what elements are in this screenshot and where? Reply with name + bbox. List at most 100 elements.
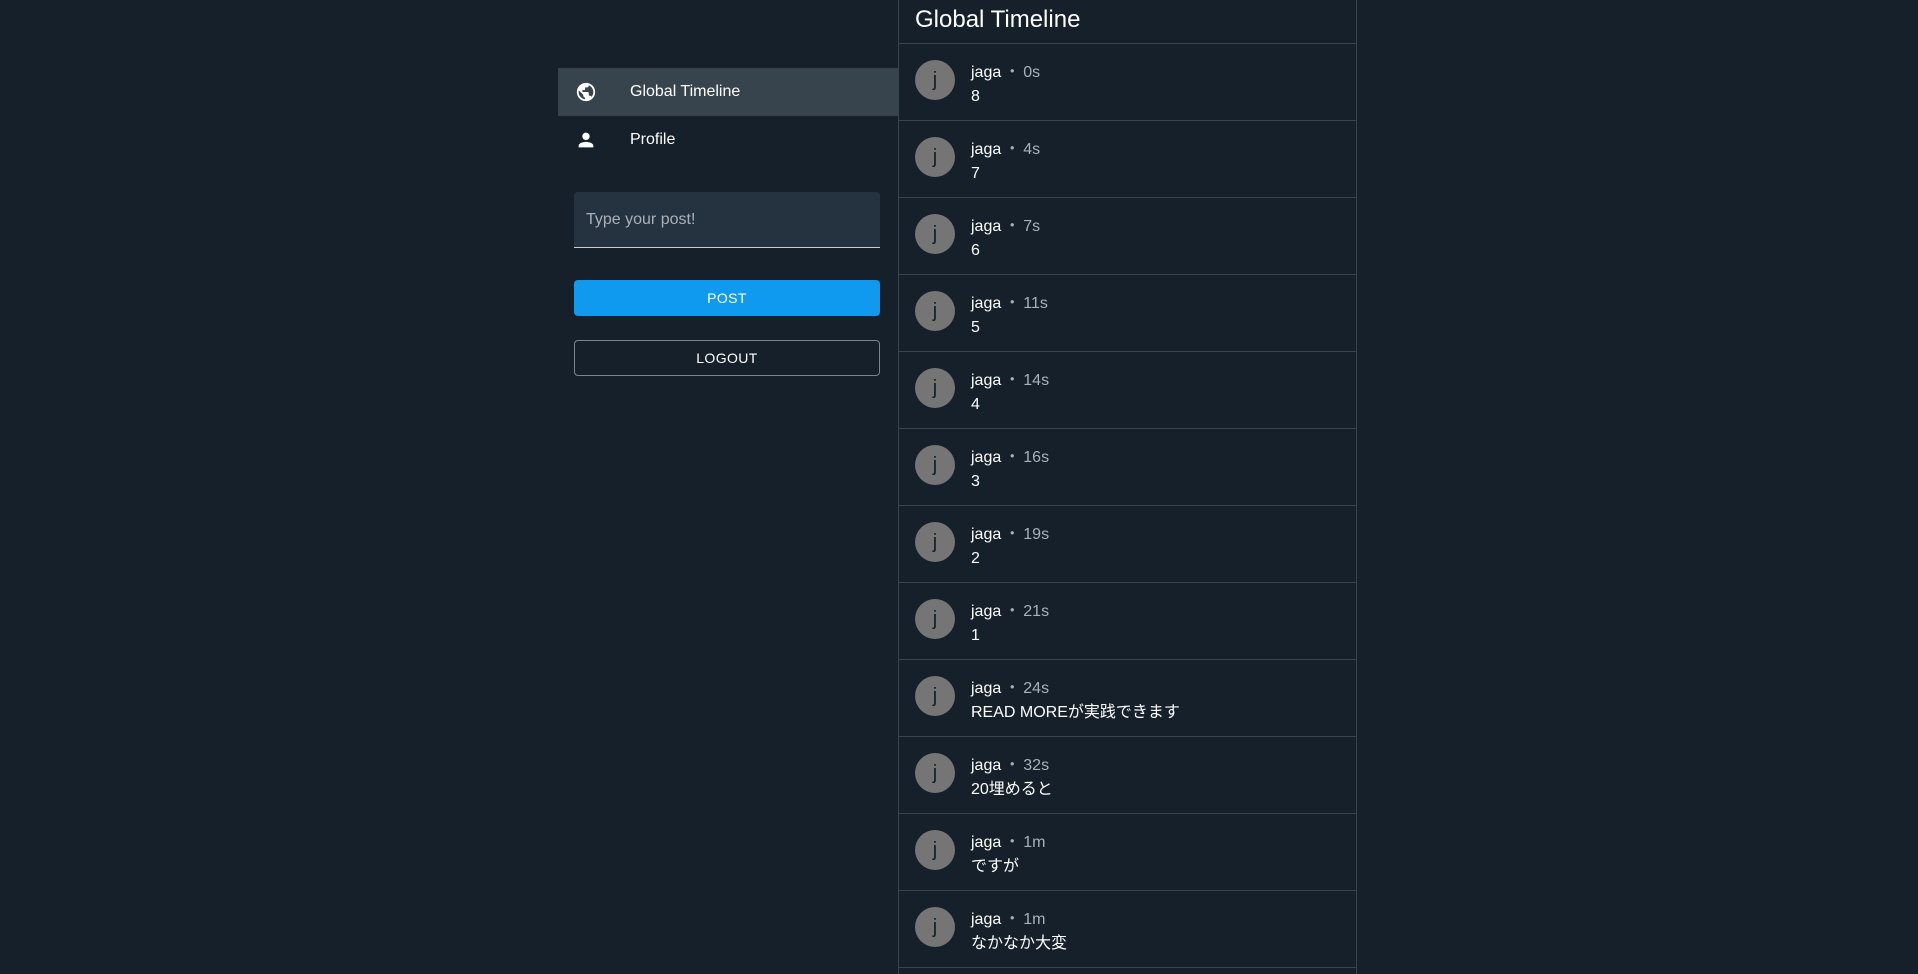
- avatar[interactable]: j: [915, 445, 955, 485]
- post-body: jaga ・ 32s 20埋めると: [971, 754, 1053, 802]
- post-separator: ・: [1004, 911, 1021, 928]
- post-text: 20埋めると: [971, 781, 1053, 798]
- post-body: jaga ・ 19s 2: [971, 523, 1049, 571]
- post-separator: ・: [1004, 603, 1021, 620]
- post-body: jaga ・ 11s 5: [971, 292, 1048, 340]
- post-input[interactable]: [574, 192, 880, 247]
- post-meta: jaga ・ 21s: [971, 600, 1049, 624]
- timeline-post[interactable]: j jaga ・ 4s 7: [899, 121, 1356, 198]
- avatar[interactable]: j: [915, 368, 955, 408]
- page-title: Global Timeline: [915, 6, 1081, 33]
- timeline-post[interactable]: j jaga ・ 1m なかなか大変: [899, 891, 1356, 968]
- post-timestamp: 7s: [1023, 218, 1041, 235]
- post-body: jaga ・ 0s 8: [971, 61, 1040, 109]
- nav-item-global-timeline[interactable]: Global Timeline: [558, 68, 898, 116]
- globe-icon: [574, 80, 598, 104]
- post-separator: ・: [1004, 218, 1021, 235]
- post-body: jaga ・ 1m なかなか大変: [971, 908, 1067, 956]
- post-username[interactable]: jaga: [971, 218, 1001, 235]
- avatar[interactable]: j: [915, 137, 955, 177]
- timeline-post[interactable]: j jaga ・ 32s 20埋めると: [899, 737, 1356, 814]
- post-username[interactable]: jaga: [971, 449, 1001, 466]
- post-meta: jaga ・ 1m: [971, 831, 1046, 855]
- post-text: 4: [971, 396, 980, 413]
- post-meta: jaga ・ 7s: [971, 215, 1040, 239]
- avatar[interactable]: j: [915, 60, 955, 100]
- post-body: jaga ・ 16s 3: [971, 446, 1049, 494]
- post-body: jaga ・ 14s 4: [971, 369, 1049, 417]
- avatar[interactable]: j: [915, 214, 955, 254]
- post-separator: ・: [1004, 834, 1021, 851]
- nav-label-global-timeline: Global Timeline: [630, 83, 741, 100]
- post-separator: ・: [1004, 526, 1021, 543]
- post-text: 3: [971, 473, 980, 490]
- post-username[interactable]: jaga: [971, 911, 1001, 928]
- post-separator: ・: [1004, 680, 1021, 697]
- avatar[interactable]: j: [915, 291, 955, 331]
- post-timestamp: 11s: [1023, 295, 1048, 312]
- avatar[interactable]: j: [915, 522, 955, 562]
- timeline-post[interactable]: j jaga ・ 0s 8: [899, 44, 1356, 121]
- post-body: jaga ・ 24s READ MOREが実践できます: [971, 677, 1180, 725]
- post-timestamp: 1m: [1023, 911, 1046, 928]
- post-separator: ・: [1004, 372, 1021, 389]
- avatar[interactable]: j: [915, 830, 955, 870]
- timeline-post[interactable]: j jaga ・ 7s 6: [899, 198, 1356, 275]
- post-text: なかなか大変: [971, 935, 1068, 952]
- avatar[interactable]: j: [915, 599, 955, 639]
- nav-item-profile[interactable]: Profile: [558, 116, 898, 164]
- post-text: 2: [971, 550, 980, 567]
- post-username[interactable]: jaga: [971, 757, 1001, 774]
- avatar[interactable]: j: [915, 753, 955, 793]
- timeline-post[interactable]: j jaga ・ 14s 4: [899, 352, 1356, 429]
- post-separator: ・: [1004, 449, 1021, 466]
- post-username[interactable]: jaga: [971, 295, 1001, 312]
- app: Global Timeline Profile POST LOGOUT Glob…: [0, 0, 1918, 974]
- timeline-post[interactable]: j jaga ・ 21s 1: [899, 583, 1356, 660]
- avatar[interactable]: j: [915, 907, 955, 947]
- post-button[interactable]: POST: [574, 280, 880, 316]
- post-username[interactable]: jaga: [971, 603, 1001, 620]
- post-text: ですが: [971, 858, 1020, 875]
- post-meta: jaga ・ 4s: [971, 138, 1040, 162]
- timeline-post[interactable]: j jaga ・ 11s 5: [899, 275, 1356, 352]
- post-timestamp: 0s: [1023, 64, 1041, 81]
- post-username[interactable]: jaga: [971, 141, 1001, 158]
- sidebar: Global Timeline Profile POST LOGOUT: [558, 0, 898, 974]
- post-meta: jaga ・ 32s: [971, 754, 1053, 778]
- timeline-post[interactable]: j jaga ・ 1m ですが: [899, 814, 1356, 891]
- post-body: jaga ・ 4s 7: [971, 138, 1040, 186]
- post-meta: jaga ・ 14s: [971, 369, 1049, 393]
- post-text: 7: [971, 165, 980, 182]
- logout-button[interactable]: LOGOUT: [574, 340, 880, 376]
- timeline-post[interactable]: j jaga ・ 16s 3: [899, 429, 1356, 506]
- post-text: 1: [971, 627, 980, 644]
- post-username[interactable]: jaga: [971, 372, 1001, 389]
- post-body: jaga ・ 7s 6: [971, 215, 1040, 263]
- post-text: 5: [971, 319, 980, 336]
- post-timestamp: 1m: [1023, 834, 1046, 851]
- post-text: 6: [971, 242, 980, 259]
- timeline-post[interactable]: j jaga ・ 24s READ MOREが実践できます: [899, 660, 1356, 737]
- post-username[interactable]: jaga: [971, 834, 1001, 851]
- person-icon: [574, 128, 598, 152]
- post-text: READ MOREが実践できます: [971, 704, 1180, 721]
- avatar[interactable]: j: [915, 676, 955, 716]
- post-timestamp: 24s: [1023, 680, 1050, 697]
- post-timestamp: 16s: [1023, 449, 1050, 466]
- post-username[interactable]: jaga: [971, 64, 1001, 81]
- post-body: jaga ・ 1m ですが: [971, 831, 1046, 879]
- post-meta: jaga ・ 0s: [971, 61, 1040, 85]
- post-timestamp: 21s: [1023, 603, 1050, 620]
- post-meta: jaga ・ 24s: [971, 677, 1180, 701]
- post-text: 8: [971, 88, 980, 105]
- post-username[interactable]: jaga: [971, 526, 1001, 543]
- timeline-post[interactable]: j jaga ・ 19s 2: [899, 506, 1356, 583]
- post-meta: jaga ・ 19s: [971, 523, 1049, 547]
- post-username[interactable]: jaga: [971, 680, 1001, 697]
- post-body: jaga ・ 21s 1: [971, 600, 1049, 648]
- post-timestamp: 32s: [1023, 757, 1050, 774]
- post-meta: jaga ・ 11s: [971, 292, 1048, 316]
- sidebar-nav: Global Timeline Profile: [558, 68, 898, 164]
- post-timestamp: 14s: [1023, 372, 1050, 389]
